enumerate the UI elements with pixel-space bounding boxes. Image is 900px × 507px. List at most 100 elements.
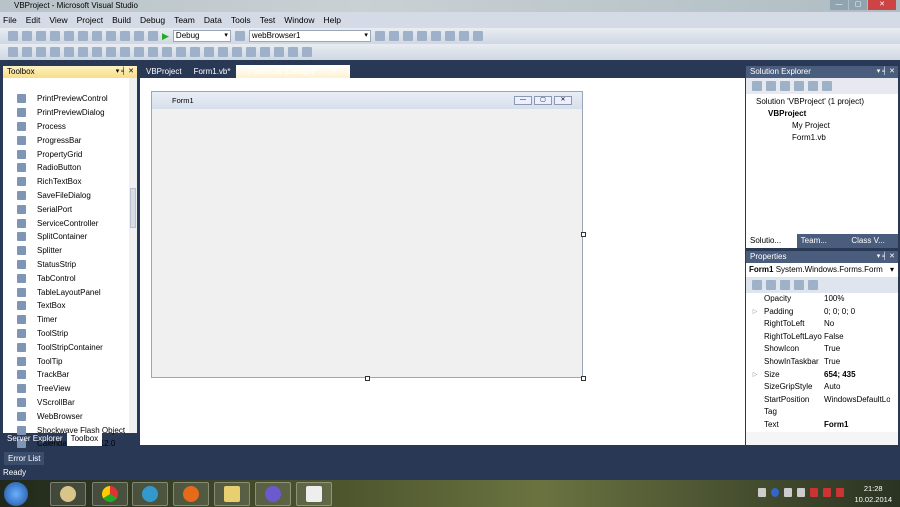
show-all-files-icon[interactable] [766,81,776,91]
navigate-icon[interactable] [148,31,158,41]
properties-icon[interactable] [752,81,762,91]
panel-controls[interactable]: ▾ ╡ ✕ [116,66,134,78]
menu-help[interactable]: Help [324,15,341,25]
toolbox-item[interactable]: PrintPreviewDialog [3,106,137,120]
hspacing-inc-icon[interactable] [176,47,186,57]
property-value[interactable]: Auto [822,381,890,394]
menu-window[interactable]: Window [284,15,314,25]
toolbox-item[interactable]: VScrollBar [3,396,137,410]
properties-view-icon[interactable] [780,280,790,290]
toolbox-scrollbar[interactable] [129,78,137,433]
same-height-icon[interactable] [120,47,130,57]
refresh-icon[interactable] [780,81,790,91]
menu-view[interactable]: View [49,15,67,25]
save-all-icon[interactable] [64,31,74,41]
open-icon[interactable] [36,31,46,41]
property-row[interactable]: Tag [746,406,898,419]
expand-icon[interactable] [746,394,764,407]
property-row[interactable]: ▷ Padding 0; 0; 0; 0 [746,305,898,319]
toolbox-item[interactable]: WebBrowser [3,409,137,423]
menu-test[interactable]: Test [260,15,276,25]
tab-vbproject[interactable]: VBProject [140,65,188,78]
toolbox-item[interactable]: ToolStripContainer [3,340,137,354]
resize-handle-right[interactable] [581,232,586,237]
hspacing-dec-icon[interactable] [190,47,200,57]
property-value[interactable]: True [822,356,890,369]
same-width-icon[interactable] [106,47,116,57]
toolbox-item[interactable]: Timer [3,313,137,327]
tree-project[interactable]: VBProject [756,108,898,120]
tab-form1-design[interactable]: Form1.vb [Design]* ✕ [236,65,350,78]
taskbar-visual-studio[interactable] [255,482,291,506]
class-diagram-icon[interactable] [822,81,832,91]
solution-explorer-icon[interactable] [374,31,385,41]
menu-build[interactable]: Build [112,15,131,25]
toolbox-icon[interactable] [416,31,427,41]
resize-handle-bottom[interactable] [365,376,370,381]
tree-form1[interactable]: Form1.vb [756,132,898,144]
property-row[interactable]: ShowInTaskbar True [746,355,898,369]
menu-edit[interactable]: Edit [26,15,41,25]
maximize-button[interactable]: ▢ [849,0,867,10]
expand-icon[interactable]: ▷ [746,306,764,319]
hspacing-icon[interactable] [162,47,172,57]
property-pages-icon[interactable] [808,280,818,290]
expand-icon[interactable] [746,331,764,344]
property-row[interactable]: ShowIcon True [746,343,898,356]
taskbar-paint[interactable] [50,482,86,506]
menu-tools[interactable]: Tools [231,15,251,25]
add-item-icon[interactable] [22,31,32,41]
redo-icon[interactable] [134,31,144,41]
property-value[interactable]: False [822,331,890,344]
toolbox-item[interactable]: SplitContainer [3,230,137,244]
taskbar-chrome[interactable] [92,482,128,506]
minimize-button[interactable]: — [830,0,848,10]
object-browser-icon[interactable] [402,31,413,41]
tab-form1-code[interactable]: Form1.vb* [188,65,237,78]
property-value[interactable]: 654; 435 [822,369,890,382]
system-tray[interactable] [758,488,844,497]
toolbox-item[interactable]: Process [3,120,137,134]
property-value[interactable]: 0; 0; 0; 0 [822,306,890,319]
toolbox-item[interactable]: StatusStrip [3,258,137,272]
menu-team[interactable]: Team [174,15,195,25]
property-row[interactable]: Text Form1 [746,418,898,432]
toolbox-item[interactable]: TableLayoutPanel [3,285,137,299]
events-icon[interactable] [794,280,804,290]
property-value[interactable]: True [822,343,890,356]
align-middle-icon[interactable] [78,47,88,57]
toolbox-item[interactable]: SerialPort [3,202,137,216]
align-right-icon[interactable] [50,47,60,57]
expand-icon[interactable] [746,293,764,306]
vspacing-inc-icon[interactable] [218,47,228,57]
taskbar-app[interactable] [296,482,332,506]
expand-icon[interactable] [746,356,764,369]
same-size-icon[interactable] [134,47,144,57]
vspacing-dec-icon[interactable] [232,47,242,57]
start-debug-icon[interactable]: ▶ [162,31,169,42]
center-h-icon[interactable] [246,47,256,57]
more-icon[interactable] [472,31,483,41]
tab-toolbox[interactable]: Toolbox [66,433,103,446]
error-list-tab[interactable]: Error List [4,452,45,465]
toolbox-item[interactable]: TextBox [3,299,137,313]
menu-file[interactable]: File [3,15,17,25]
send-back-icon[interactable] [288,47,298,57]
align-left-icon[interactable] [22,47,32,57]
property-row[interactable]: ▷ Size 654; 435 [746,368,898,382]
expand-icon[interactable] [746,343,764,356]
expand-icon[interactable]: ▷ [746,369,764,382]
toolbox-item[interactable]: RichTextBox [3,175,137,189]
toolbox-item[interactable]: ToolStrip [3,327,137,341]
menu-data[interactable]: Data [204,15,222,25]
align-top-icon[interactable] [64,47,74,57]
menu-project[interactable]: Project [77,15,103,25]
start-button[interactable] [4,482,28,506]
tree-my-project[interactable]: My Project [756,120,898,132]
view-designer-icon[interactable] [808,81,818,91]
taskbar-explorer[interactable] [214,482,250,506]
close-button[interactable]: ✕ [868,0,896,10]
toolbox-item[interactable]: Splitter [3,244,137,258]
tab-solution[interactable]: Solutio... [746,234,797,248]
configuration-select[interactable]: Debug [172,30,231,42]
